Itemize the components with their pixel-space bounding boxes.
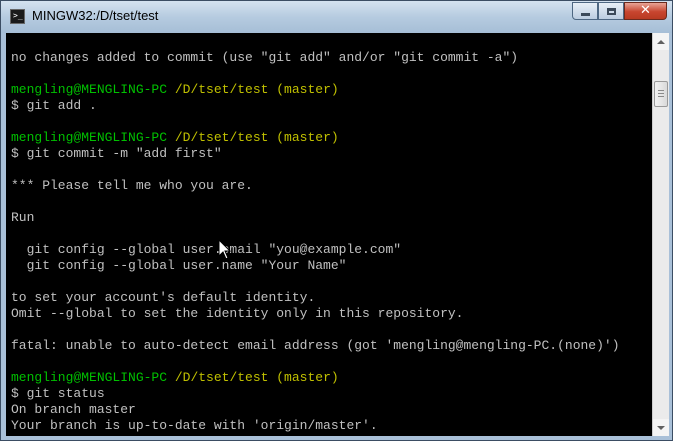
maximize-button[interactable]	[598, 2, 624, 20]
output-line: On branch master	[11, 402, 136, 417]
prompt-user-host: mengling@MENGLING-PC	[11, 130, 168, 145]
arrow-up-icon	[657, 39, 665, 44]
output-line: git config --global user.name "Your Name…	[11, 258, 347, 273]
terminal-output[interactable]: no changes added to commit (use "git add…	[6, 33, 652, 436]
grip-line	[658, 90, 664, 91]
output-line: no changes added to commit (use "git add…	[11, 50, 519, 65]
title-bar[interactable]: >_ MINGW32:/D/tset/test ✕	[1, 1, 672, 33]
arrow-down-icon	[657, 425, 665, 430]
prompt-path: /D/tset/test (master)	[174, 82, 339, 97]
minimize-icon	[580, 12, 590, 16]
prompt-path: /D/tset/test (master)	[174, 370, 339, 385]
output-line: $ git commit -m "add first"	[11, 146, 222, 161]
output-line	[11, 322, 620, 338]
grip-line	[658, 96, 664, 97]
prompt-line: mengling@MENGLING-PC /D/tset/test (maste…	[11, 82, 620, 98]
output-line: $ git add .	[11, 98, 97, 113]
mouse-cursor-icon	[218, 239, 232, 260]
output-line	[11, 226, 620, 242]
vertical-scrollbar[interactable]	[652, 33, 669, 436]
prompt-line: mengling@MENGLING-PC /D/tset/test (maste…	[11, 370, 620, 386]
maximize-icon	[606, 7, 616, 15]
scrollbar-thumb[interactable]	[654, 81, 668, 107]
scroll-up-button[interactable]	[653, 33, 669, 50]
prompt-user-host: mengling@MENGLING-PC	[11, 370, 168, 385]
prompt-user-host: mengling@MENGLING-PC	[11, 82, 168, 97]
prompt-line: mengling@MENGLING-PC /D/tset/test (maste…	[11, 130, 620, 146]
grip-line	[658, 93, 664, 94]
output-line	[11, 114, 620, 130]
output-line: fatal: unable to auto-detect email addre…	[11, 338, 620, 353]
output-line: Run	[11, 210, 35, 225]
prompt-glyph: >_	[13, 11, 23, 20]
output-line	[11, 354, 620, 370]
output-line: $ git status	[11, 386, 105, 401]
output-line: to set your account's default identity.	[11, 290, 316, 305]
output-line	[11, 162, 620, 178]
output-line	[11, 66, 620, 82]
terminal-lines: no changes added to commit (use "git add…	[11, 50, 620, 434]
terminal-window: >_ MINGW32:/D/tset/test ✕ no changes add…	[0, 0, 673, 441]
output-line: git config --global user.email "you@exam…	[11, 242, 402, 257]
output-line: *** Please tell me who you are.	[11, 178, 253, 193]
close-button[interactable]: ✕	[624, 2, 667, 20]
output-line	[11, 274, 620, 290]
output-line: Your branch is up-to-date with 'origin/m…	[11, 418, 378, 433]
terminal-app-icon[interactable]: >_	[10, 9, 25, 24]
scroll-down-button[interactable]	[653, 419, 669, 436]
minimize-button[interactable]	[572, 2, 598, 20]
output-line: Omit --global to set the identity only i…	[11, 306, 464, 321]
prompt-path: /D/tset/test (master)	[174, 130, 339, 145]
output-line	[11, 194, 620, 210]
window-controls: ✕	[572, 2, 667, 22]
close-icon: ✕	[640, 3, 651, 18]
window-title: MINGW32:/D/tset/test	[32, 8, 159, 23]
